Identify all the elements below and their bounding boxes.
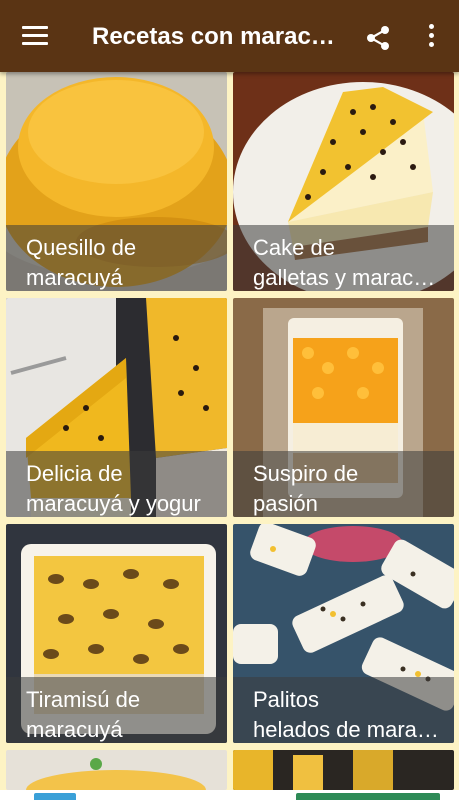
recipe-title: Suspiro de pasión [253, 461, 359, 516]
recipe-card-partial-left[interactable] [6, 750, 227, 790]
recipe-card-quesillo[interactable]: Quesillo de maracuyá [6, 72, 227, 291]
share-icon[interactable] [364, 24, 392, 52]
ad-element[interactable] [296, 793, 440, 800]
recipe-caption: Tiramisú de maracuyá [6, 677, 227, 743]
recipe-card-tiramisu[interactable]: Tiramisú de maracuyá [6, 524, 227, 743]
recipe-title: Palitos helados de maracuyá [253, 687, 446, 742]
recipe-card-cake-galletas[interactable]: Cake de galletas y maracuyá [233, 72, 454, 291]
ad-element[interactable] [34, 793, 76, 800]
more-vert-icon[interactable] [426, 24, 436, 50]
recipe-card-delicia[interactable]: Delicia de maracuyá y yogur [6, 298, 227, 517]
app-bar: Recetas con maracuyá [0, 0, 459, 72]
recipe-image [6, 750, 227, 790]
recipe-grid: Quesillo de maracuyá Cake de galletas y ma… [0, 72, 459, 800]
recipe-image [233, 750, 454, 790]
recipe-title: Quesillo de maracuyá [26, 235, 137, 290]
recipe-caption: Palitos helados de maracuyá [233, 677, 454, 743]
recipe-caption: Delicia de maracuyá y yogur [6, 451, 227, 517]
recipe-caption: Suspiro de pasión [233, 451, 454, 517]
hamburger-menu-icon[interactable] [22, 26, 48, 46]
app-title: Recetas con maracuyá [92, 23, 337, 50]
recipe-caption: Quesillo de maracuyá [6, 225, 227, 291]
recipe-card-suspiro[interactable]: Suspiro de pasión [233, 298, 454, 517]
recipe-title: Delicia de maracuyá y yogur [26, 461, 201, 516]
recipe-card-palitos[interactable]: Palitos helados de maracuyá [233, 524, 454, 743]
recipe-caption: Cake de galletas y maracuyá [233, 225, 454, 291]
recipe-card-partial-right[interactable] [233, 750, 454, 790]
recipe-title: Cake de galletas y maracuyá [253, 235, 446, 290]
recipe-title: Tiramisú de maracuyá [26, 687, 141, 742]
ad-banner-strip [0, 790, 459, 800]
